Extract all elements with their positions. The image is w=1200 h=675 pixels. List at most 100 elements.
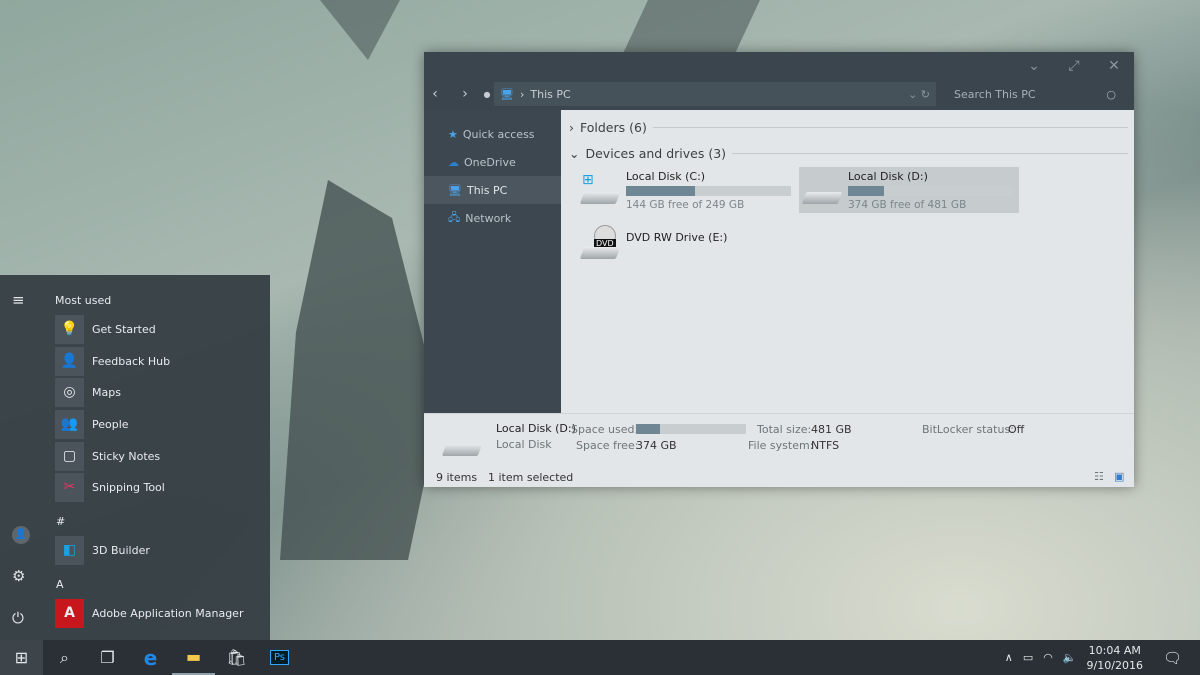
time: 10:04 AM	[1088, 643, 1141, 657]
nav-item-quick-access[interactable]: ★ Quick access	[424, 120, 561, 148]
people-icon: 👥	[55, 409, 84, 439]
app-sticky-notes[interactable]: ▢ Sticky Notes	[55, 441, 160, 471]
start-button[interactable]: ⊞	[0, 640, 43, 675]
wifi-icon[interactable]: ◠	[1043, 651, 1053, 664]
app-label: Maps	[92, 385, 121, 399]
nav-item-onedrive[interactable]: ☁ OneDrive	[424, 148, 561, 176]
nav-item-network[interactable]: 🖧 Network	[424, 204, 561, 232]
clock[interactable]: 10:04 AM 9/10/2016	[1087, 643, 1143, 673]
adobe-icon: A	[55, 598, 84, 628]
computer-icon: 🖥	[448, 183, 462, 197]
settings-gear-icon[interactable]: ⚙	[12, 567, 25, 585]
dvd-drive-icon: DVD	[579, 225, 621, 265]
drive-name: Local Disk (D:)	[848, 170, 928, 183]
app-adobe-application-manager[interactable]: A Adobe Application Manager	[55, 598, 243, 628]
network-icon: 🖧	[448, 210, 461, 224]
taskbar: ⊞ ⌕ ❐ e ▬ 🛍 Ps ∧ ▭ ◠ 🔈 10:04 AM 9/10/2016…	[0, 640, 1200, 675]
details-pane: Local Disk (D:) Local Disk Space used: S…	[424, 413, 1134, 487]
group-folders[interactable]: › Folders (6)	[561, 114, 1134, 140]
edge-icon[interactable]: e	[129, 640, 172, 675]
value: 374 GB	[636, 439, 677, 452]
task-view-icon[interactable]: ❐	[86, 640, 129, 675]
breadcrumb-this-pc[interactable]: This PC	[530, 88, 570, 101]
address-bar[interactable]: 🖥 › This PC ⌄ ↻	[494, 82, 936, 106]
system-tray: ∧ ▭ ◠ 🔈 10:04 AM 9/10/2016 🗨	[1005, 640, 1200, 675]
detail-name: Local Disk (D:)	[496, 422, 576, 435]
app-label: Adobe Application Manager	[92, 606, 244, 620]
label: File system:	[748, 439, 814, 452]
nav-item-this-pc[interactable]: 🖥 This PC	[424, 176, 561, 204]
status-selected: 1 item selected	[488, 471, 574, 484]
group-devices[interactable]: ⌄ Devices and drives (3)	[561, 140, 1134, 166]
app-label: People	[92, 417, 129, 431]
app-people[interactable]: 👥 People	[55, 409, 129, 439]
app-get-started[interactable]: 💡 Get Started	[55, 314, 156, 344]
chevron-down-icon[interactable]: ⌄ ↻	[908, 88, 930, 101]
scissors-icon: ✂	[55, 472, 84, 502]
hamburger-menu-icon[interactable]: ≡	[12, 291, 25, 309]
most-used-heading: Most used	[55, 294, 112, 307]
store-icon[interactable]: 🛍	[215, 640, 258, 675]
navigation-pane: ★ Quick access ☁ OneDrive 🖥 This PC 🖧 Networ…	[424, 110, 561, 413]
hard-drive-icon	[441, 444, 483, 456]
group-label: Devices and drives (3)	[585, 145, 727, 161]
nav-label: OneDrive	[464, 155, 516, 169]
app-label: 3D Builder	[92, 543, 150, 557]
feedback-icon: 👤	[55, 346, 84, 376]
label: Space free:	[576, 439, 639, 452]
battery-icon[interactable]: ▭	[1023, 651, 1033, 664]
usage-bar	[626, 186, 791, 196]
nav-label: This PC	[466, 183, 508, 197]
value: NTFS	[811, 439, 840, 452]
volume-icon[interactable]: 🔈	[1063, 651, 1077, 664]
drive-free: 144 GB free of 249 GB	[626, 199, 745, 211]
app-feedback-hub[interactable]: 👤 Feedback Hub	[55, 346, 170, 376]
search-input[interactable]: Search This PC ○	[946, 82, 1134, 106]
drive-c[interactable]: ⊞ Local Disk (C:) 144 GB free of 249 GB	[577, 167, 797, 213]
app-maps[interactable]: ◎ Maps	[55, 377, 121, 407]
maximize-button[interactable]: ⤢	[1054, 58, 1094, 74]
section-header[interactable]: #	[56, 515, 65, 528]
3d-builder-icon: ◧	[55, 535, 84, 565]
drive-e[interactable]: DVD DVD RW Drive (E:)	[577, 222, 797, 268]
back-button[interactable]: ‹	[424, 86, 446, 102]
action-center-icon[interactable]: 🗨	[1163, 649, 1182, 667]
label: Total size:	[757, 423, 812, 436]
power-icon[interactable]: ⏻	[12, 609, 24, 627]
nav-label: Quick access	[462, 127, 535, 141]
details-view-icon[interactable]: ☷	[1094, 470, 1104, 483]
app-snipping-tool[interactable]: ✂ Snipping Tool	[55, 472, 165, 502]
start-menu: ≡ Most used 💡 Get Started 👤 Feedback Hub ◎…	[0, 275, 270, 640]
drive-free: 374 GB free of 481 GB	[848, 199, 967, 211]
computer-icon: 🖥	[500, 87, 514, 101]
app-label: Snipping Tool	[92, 480, 165, 494]
minimize-button[interactable]: ⌄	[1014, 58, 1054, 74]
app-label: Get Started	[92, 322, 156, 336]
photoshop-icon[interactable]: Ps	[258, 640, 301, 675]
forward-button[interactable]: ›	[454, 86, 476, 102]
windows-drive-icon: ⊞	[579, 170, 621, 210]
drive-name: Local Disk (C:)	[626, 170, 706, 183]
app-3d-builder[interactable]: ◧ 3D Builder	[55, 535, 150, 565]
value: 481 GB	[811, 423, 852, 436]
file-explorer-icon[interactable]: ▬	[172, 640, 215, 675]
drive-name: DVD RW Drive (E:)	[626, 231, 728, 244]
label: BitLocker status:	[922, 423, 1014, 436]
app-label: Sticky Notes	[92, 449, 161, 463]
search-icon[interactable]: ○	[1106, 88, 1116, 101]
cloud-icon: ☁	[448, 155, 459, 169]
large-icons-view-icon[interactable]: ▣	[1114, 470, 1124, 483]
section-header[interactable]: A	[56, 578, 64, 591]
search-icon[interactable]: ⌕	[43, 640, 86, 675]
drive-d[interactable]: Local Disk (D:) 374 GB free of 481 GB	[799, 167, 1019, 213]
user-avatar-icon[interactable]: 👤	[12, 526, 30, 544]
group-label: Folders (6)	[580, 119, 647, 135]
space-used-bar	[636, 424, 746, 434]
star-icon: ★	[448, 127, 458, 141]
maps-icon: ◎	[55, 377, 84, 407]
close-button[interactable]: ✕	[1094, 58, 1134, 74]
detail-type: Local Disk	[496, 438, 552, 451]
title-bar: ⌄ ⤢ ✕	[424, 52, 1134, 80]
chevron-up-icon[interactable]: ∧	[1005, 651, 1013, 664]
file-explorer-window: ⌄ ⤢ ✕ ‹ › ● 🖥 › This PC ⌄ ↻ Search This …	[424, 52, 1134, 487]
